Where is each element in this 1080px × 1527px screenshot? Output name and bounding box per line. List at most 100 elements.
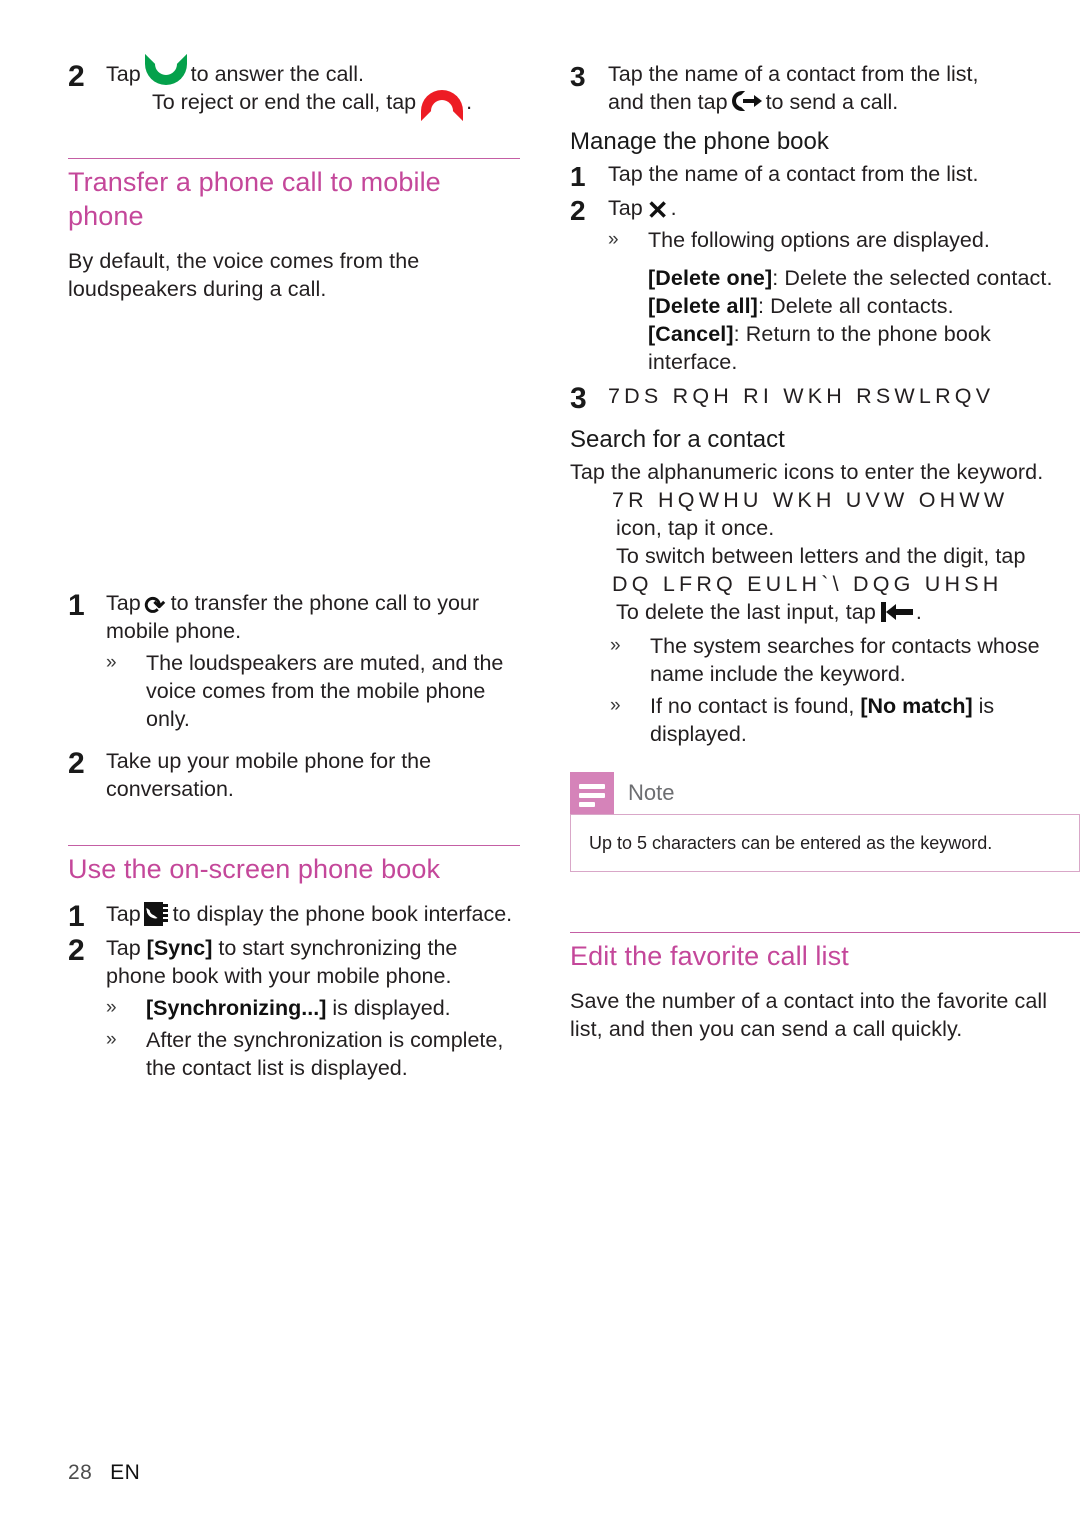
bullet-item: » If no contact is found, [No match] is … (610, 692, 1080, 748)
sync-button-label: [Sync] (146, 936, 213, 960)
note-title: Note (628, 780, 675, 805)
chevron-bullet-icon: » (610, 695, 621, 716)
heading-edit-favorite-call-list: Edit the favorite call list (570, 941, 849, 971)
step-text: Tap ✕. » The following options are displa… (608, 194, 1080, 376)
step-text: Tap the name of a contact from the list,… (608, 60, 1080, 116)
search-line-tap-once: icon, tap it once. (616, 516, 775, 540)
bullet-item: » [Synchronizing...] is displayed. (106, 994, 520, 1022)
step-number: 1 (68, 589, 85, 622)
bullet-text: The loudspeakers are muted, and the voic… (146, 651, 504, 731)
section-rule-transfer (68, 158, 520, 159)
step-number: 3 (570, 382, 587, 415)
chevron-bullet-icon: » (106, 997, 117, 1018)
option-label: [Delete one] (648, 266, 773, 290)
garbled-line-icon-briefly: DQ LFRQ EULH`\ DQG UHSH (612, 572, 1003, 596)
option-description: : Delete the selected contact. (772, 266, 1053, 290)
chevron-bullet-icon: » (610, 635, 621, 656)
delete-input-after-icon: . (915, 600, 922, 624)
page-number: 28 (68, 1461, 93, 1484)
bullet-item: » The following options are displayed. (608, 226, 1080, 254)
answer-call-icon (144, 54, 187, 85)
bullet-item: » The system searches for contacts whose… (610, 632, 1080, 688)
note-lines-icon (570, 772, 614, 814)
delete-input-before-icon: To delete the last input, tap (616, 600, 876, 624)
step-text: Tap to answer the call. To reject or end … (106, 54, 520, 121)
option-label: [Cancel] (648, 322, 734, 346)
step-text: Tap the name of a contact from the list. (608, 162, 979, 186)
step-number: 3 (570, 61, 586, 92)
no-match-label: [No match] (860, 694, 973, 718)
garbled-text: 7DS RQH RI WKH RSWLRQV (608, 384, 995, 408)
step-text: Tap [Sync] to start synchronizing the ph… (106, 934, 520, 1082)
search-line-switch: To switch between letters and the digit,… (616, 544, 1026, 568)
chevron-bullet-icon: » (608, 229, 619, 250)
sync-transfer-icon: ⟳ (144, 592, 166, 620)
step-send-call: 3 Tap the name of a contact from the lis… (570, 60, 1080, 116)
synchronizing-rest: is displayed. (332, 996, 451, 1020)
no-match-before-bold: If no contact is found, (650, 694, 855, 718)
step-number: 2 (68, 60, 85, 93)
option-cancel: [Cancel]: Return to the phone book inter… (648, 320, 1080, 376)
bullet-text: [Synchronizing...] is displayed. (146, 994, 520, 1022)
note-header: Note (570, 772, 1080, 814)
reject-text-after-icon: . (466, 90, 473, 114)
heading-search-contact: Search for a contact (570, 426, 785, 453)
transfer-text-before-icon: Tap (106, 591, 141, 615)
step-manage-1: 1 Tap the name of a contact from the lis… (570, 160, 1080, 192)
delete-text-before-icon: Tap (608, 196, 643, 220)
step-transfer-2: 2 Take up your mobile phone for the conv… (68, 747, 520, 803)
page-footer: 28 EN (68, 1461, 140, 1485)
favorite-body-text: Save the number of a contact into the fa… (570, 989, 1048, 1041)
note-box: Note Up to 5 characters can be entered a… (570, 772, 1080, 872)
send-call-icon (731, 91, 762, 113)
left-column: 2 Tap to answer the call. To reject or en… (68, 54, 520, 1084)
search-intro: Tap the alphanumeric icons to enter the … (570, 460, 1044, 484)
step-text: Tap ⟳ to transfer the phone call to your m… (106, 589, 520, 733)
heading-manage-phone-book: Manage the phone book (570, 128, 829, 155)
option-label: [Delete all] (648, 294, 758, 318)
option-delete-all: [Delete all]: Delete all contacts. (648, 292, 1080, 320)
phone-book-icon (143, 902, 168, 926)
bullet-item: » After the synchronization is complete,… (106, 1026, 520, 1082)
step-manage-2: 2 Tap ✕. » The following options are disp… (570, 194, 1080, 376)
step-number: 1 (68, 900, 85, 933)
sync-text-before-bold: Tap (106, 936, 141, 960)
pb-text-after-icon: to display the phone book interface. (172, 902, 513, 926)
send-call-before-icon: and then tap (608, 90, 728, 114)
step-text: Take up your mobile phone for the conver… (106, 749, 432, 801)
manual-page: 2 Tap to answer the call. To reject or en… (0, 0, 1080, 1527)
reject-call-icon (421, 90, 464, 121)
heading-transfer-call: Transfer a phone call to mobile phone (68, 167, 441, 231)
chevron-bullet-icon: » (106, 1029, 117, 1050)
reject-text-before-icon: To reject or end the call, tap (152, 90, 417, 114)
section-rule-favorite (570, 932, 1080, 933)
option-description: : Delete all contacts. (757, 294, 954, 318)
bullet-text: After the synchronization is complete, t… (146, 1028, 504, 1080)
send-call-line1: Tap the name of a contact from the list, (608, 62, 979, 86)
step-text-after-icon: to answer the call. (190, 62, 364, 86)
search-line-delete: To delete the last input, tap. (570, 598, 1080, 626)
transfer-intro: By default, the voice comes from the lou… (68, 249, 420, 301)
send-call-after-icon: to send a call. (765, 90, 899, 114)
pb-text-before-icon: Tap (106, 902, 141, 926)
heading-use-phone-book: Use the on-screen phone book (68, 854, 441, 884)
step-text: Tap to display the phone book interface. (106, 900, 520, 928)
note-body-text: Up to 5 characters can be entered as the… (570, 814, 1080, 872)
bullet-text: If no contact is found, [No match] is di… (650, 692, 1080, 748)
step-phonebook-2: 2 Tap [Sync] to start synchronizing the … (68, 934, 520, 1082)
step-number: 2 (68, 747, 85, 780)
section-rule-phonebook (68, 845, 520, 846)
synchronizing-label: [Synchronizing...] (146, 996, 327, 1020)
step-manage-3-garbled: 3 7DS RQH RI WKH RSWLRQV (570, 382, 1080, 414)
right-column: 3 Tap the name of a contact from the lis… (570, 60, 1080, 1043)
step-phonebook-1: 1 Tap to display the phone book interface… (68, 900, 520, 932)
chevron-bullet-icon: » (106, 652, 117, 673)
step-transfer-1: 1 Tap ⟳ to transfer the phone call to your… (68, 589, 520, 733)
step-number: 2 (68, 934, 85, 967)
step-text-before-icon: Tap (106, 62, 141, 86)
delete-x-icon: ✕ (646, 195, 669, 225)
step-number: 2 (570, 195, 586, 226)
option-delete-one: [Delete one]: Delete the selected contac… (648, 264, 1080, 292)
delete-text-after-icon: . (670, 196, 677, 220)
step-answer-call: 2 Tap to answer the call. To reject or en… (68, 54, 520, 121)
